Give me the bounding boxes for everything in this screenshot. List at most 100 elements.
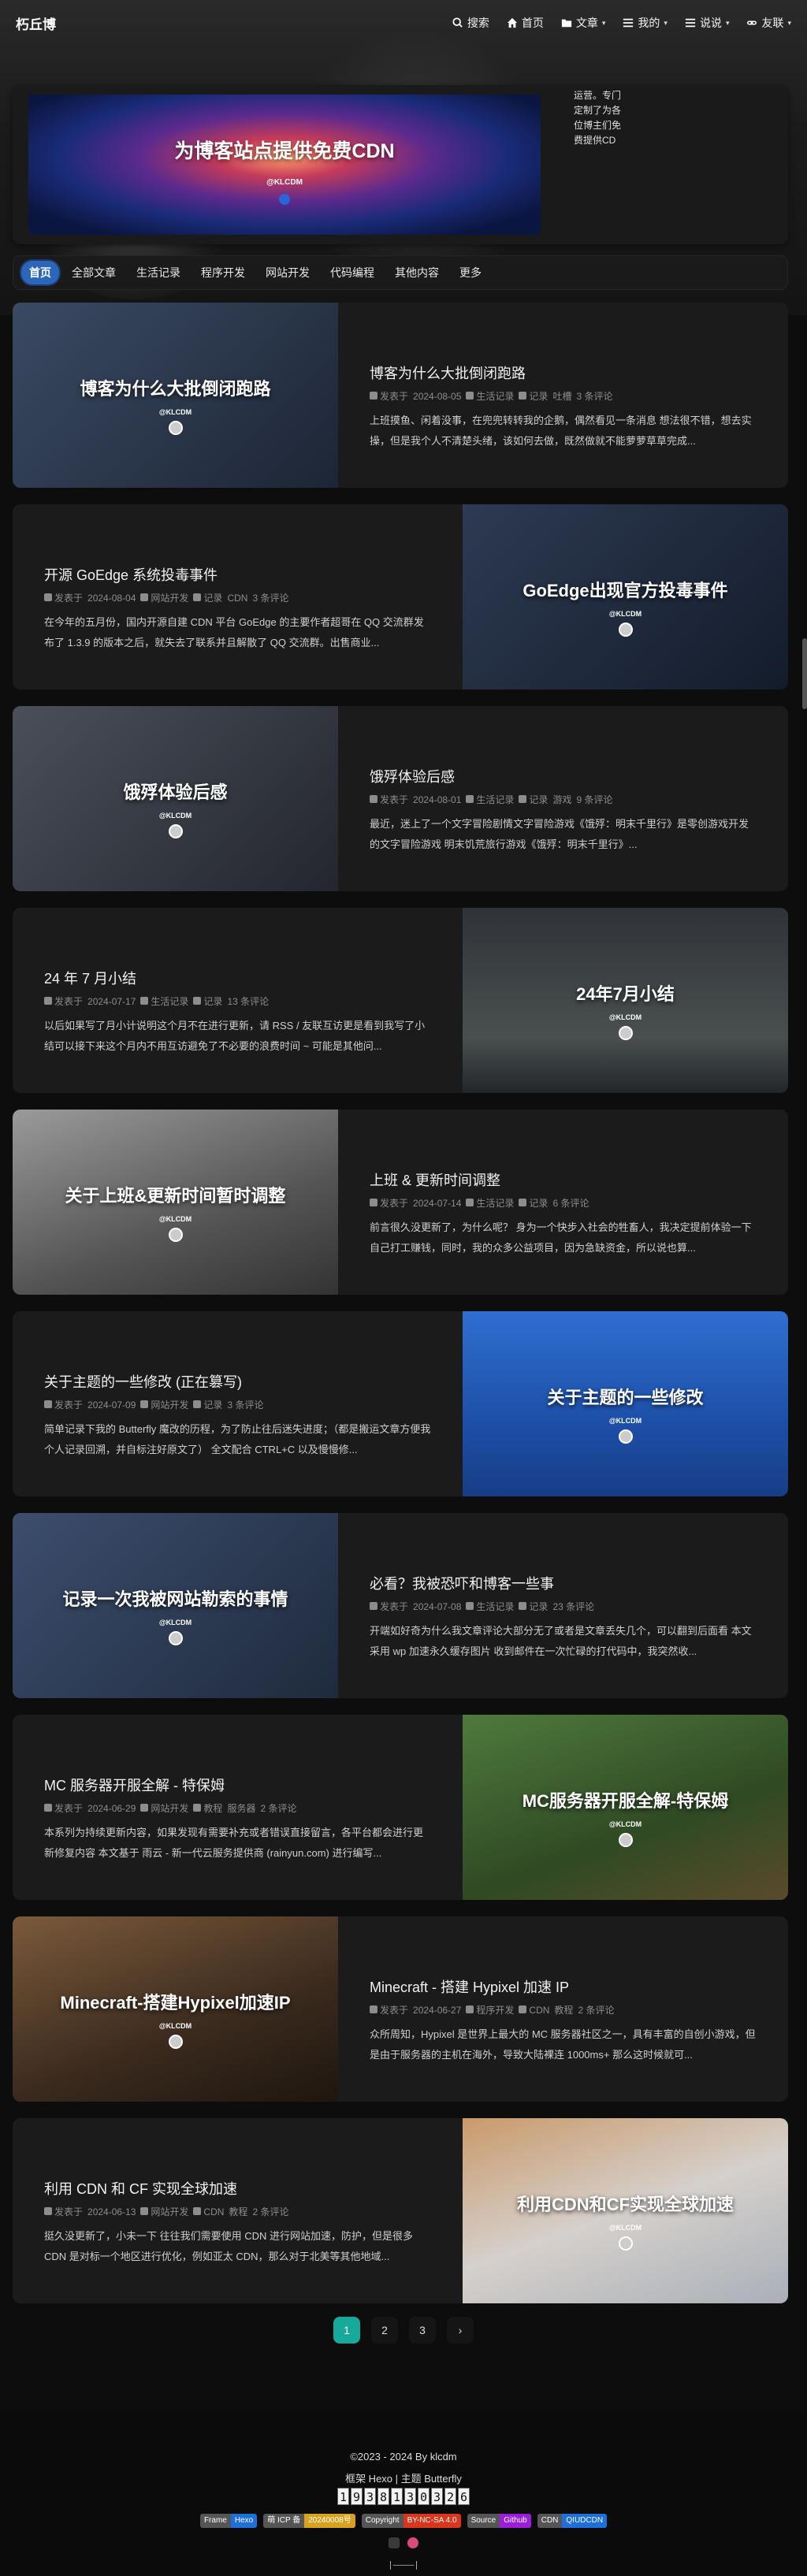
post-meta-item[interactable]: 服务器: [227, 1801, 255, 1815]
post-meta-item[interactable]: 6 条评论: [552, 1196, 589, 1210]
post-title[interactable]: 上班 & 更新时间调整: [370, 1169, 764, 1190]
post-card[interactable]: 关于上班&更新时间暂时调整 @KLCDM 上班 & 更新时间调整 发表于 2024…: [13, 1110, 788, 1295]
page-3-button[interactable]: 3: [409, 2317, 436, 2344]
post-cover[interactable]: 关于上班&更新时间暂时调整 @KLCDM: [13, 1110, 338, 1295]
post-card[interactable]: MC服务器开服全解-特保姆 @KLCDM MC 服务器开服全解 - 特保姆 发表…: [13, 1715, 788, 1900]
post-cover[interactable]: 饿殍体验后感 @KLCDM: [13, 706, 338, 891]
post-cover[interactable]: GoEdge出现官方投毒事件 @KLCDM: [463, 504, 788, 690]
category-home[interactable]: 首页: [21, 261, 59, 284]
post-meta-item[interactable]: 网站开发: [140, 1398, 188, 1411]
post-meta-item[interactable]: 2 条评论: [252, 2205, 288, 2218]
post-meta-item[interactable]: 生活记录: [466, 1600, 514, 1613]
category-program[interactable]: 程序开发: [193, 261, 253, 284]
post-card[interactable]: 饿殍体验后感 @KLCDM 饿殍体验后感 发表于 2024-08-01 生活记录 记录…: [13, 706, 788, 891]
footer-badge[interactable]: 萌 ICP 备 20240008号: [263, 2514, 355, 2528]
post-meta-item[interactable]: 生活记录: [466, 389, 514, 403]
featured-banner[interactable]: 为博客站点提供免费CDN @KLCDM 运营。专门定制了为各位博主们免费提供CD: [13, 85, 788, 244]
site-logo[interactable]: 朽丘博: [16, 13, 56, 33]
footer: ©2023 - 2024 By klcdm 框架 Hexo | 主题 Butte…: [0, 2411, 807, 2576]
post-title[interactable]: 开源 GoEdge 系统投毒事件: [44, 564, 439, 585]
post-card[interactable]: 博客为什么大批倒闭跑路 @KLCDM 博客为什么大批倒闭跑路 发表于 2024-0…: [13, 303, 788, 488]
category-more[interactable]: 更多: [452, 261, 489, 284]
post-meta-item[interactable]: 游戏: [552, 793, 571, 806]
category-code[interactable]: 代码编程: [322, 261, 382, 284]
post-card[interactable]: 关于主题的一些修改 @KLCDM 关于主题的一些修改 (正在篡写) 发表于 202…: [13, 1311, 788, 1496]
post-meta-item[interactable]: 教程: [229, 2205, 247, 2218]
post-meta: 发表于 2024-08-01 生活记录 记录 游戏 9 条评论: [370, 793, 772, 806]
footer-badge[interactable]: Source Github: [467, 2514, 531, 2528]
category-life[interactable]: 生活记录: [128, 261, 188, 284]
post-meta-item[interactable]: 生活记录: [466, 1196, 514, 1210]
post-cover[interactable]: 利用CDN和CF实现全球加速 @KLCDM: [463, 2118, 788, 2303]
image-icon[interactable]: [389, 2537, 400, 2548]
post-card[interactable]: 记录一次我被网站勒索的事情 @KLCDM 必看？我被恐吓和博客一些事 发表于 20…: [13, 1513, 788, 1698]
post-title[interactable]: 必看？我被恐吓和博客一些事: [370, 1573, 764, 1593]
post-meta-item[interactable]: 13 条评论: [227, 994, 269, 1008]
post-title[interactable]: 博客为什么大批倒闭跑路: [370, 362, 764, 383]
post-title[interactable]: MC 服务器开服全解 - 特保姆: [44, 1775, 439, 1795]
footer-badge[interactable]: Frame Hexo: [199, 2514, 258, 2528]
post-title[interactable]: 利用 CDN 和 CF 实现全球加速: [44, 2178, 439, 2199]
category-web[interactable]: 网站开发: [258, 261, 318, 284]
post-meta-item[interactable]: CDN: [193, 2206, 224, 2217]
category-other[interactable]: 其他内容: [387, 261, 447, 284]
post-meta-item[interactable]: 记录: [519, 1600, 548, 1613]
next-page-button[interactable]: ›: [447, 2317, 474, 2344]
footer-badge[interactable]: CDN QIUDCDN: [537, 2514, 608, 2528]
post-card[interactable]: 利用CDN和CF实现全球加速 @KLCDM 利用 CDN 和 CF 实现全球加速…: [13, 2118, 788, 2303]
post-cover[interactable]: Minecraft-搭建Hypixel加速IP @KLCDM: [13, 1916, 338, 2102]
post-meta-item[interactable]: 2 条评论: [260, 1801, 296, 1815]
page-2-button[interactable]: 2: [371, 2317, 398, 2344]
post-meta-item[interactable]: 生活记录: [140, 994, 188, 1008]
post-card[interactable]: GoEdge出现官方投毒事件 @KLCDM 开源 GoEdge 系统投毒事件 发…: [13, 504, 788, 690]
post-meta-item[interactable]: 网站开发: [140, 1801, 188, 1815]
post-meta-item[interactable]: 3 条评论: [576, 389, 612, 403]
post-meta-item[interactable]: CDN: [227, 593, 247, 604]
post-meta-item[interactable]: 网站开发: [140, 2205, 188, 2218]
post-meta-item[interactable]: 教程: [554, 2003, 573, 2017]
category-all[interactable]: 全部文章: [64, 261, 124, 284]
post-cover[interactable]: 记录一次我被网站勒索的事情 @KLCDM: [13, 1513, 338, 1698]
post-meta-item[interactable]: 9 条评论: [576, 793, 612, 806]
post-info: 开源 GoEdge 系统投毒事件 发表于 2024-08-04 网站开发 记录 CDN 3…: [13, 504, 463, 690]
post-meta-item[interactable]: 程序开发: [466, 2003, 514, 2017]
post-title[interactable]: Minecraft - 搭建 Hypixel 加速 IP: [370, 1976, 764, 1997]
banner-image[interactable]: 为博客站点提供免费CDN @KLCDM: [28, 95, 541, 235]
post-meta-item[interactable]: 2 条评论: [578, 2003, 614, 2017]
post-meta-item[interactable]: 教程: [193, 1801, 222, 1815]
post-meta-item[interactable]: 记录: [193, 591, 222, 604]
nav-home[interactable]: 首页: [507, 15, 544, 31]
post-cover[interactable]: 博客为什么大批倒闭跑路 @KLCDM: [13, 303, 338, 488]
nav-search[interactable]: 搜索: [452, 15, 489, 31]
post-title[interactable]: 关于主题的一些修改 (正在篡写): [44, 1371, 439, 1392]
post-cover[interactable]: MC服务器开服全解-特保姆 @KLCDM: [463, 1715, 788, 1900]
post-meta-item[interactable]: 3 条评论: [252, 591, 288, 604]
footer-badges: Frame Hexo 萌 ICP 备 20240008号 Copyright BY-NC-…: [0, 2514, 807, 2528]
post-meta-item[interactable]: 生活记录: [466, 793, 514, 806]
nav-mine[interactable]: 我的 ▾: [623, 15, 668, 31]
nav-friends[interactable]: 友联 ▾: [746, 15, 791, 31]
post-title[interactable]: 24 年 7 月小结: [44, 968, 439, 988]
post-meta-item[interactable]: 吐槽: [552, 389, 571, 403]
shield-icon[interactable]: [407, 2537, 418, 2548]
post-meta-item[interactable]: 记录: [193, 1398, 222, 1411]
post-cover[interactable]: 24年7月小结 @KLCDM: [463, 908, 788, 1093]
post-card[interactable]: Minecraft-搭建Hypixel加速IP @KLCDM Minecraft…: [13, 1916, 788, 2102]
footer-badge[interactable]: Copyright BY-NC-SA 4.0: [361, 2514, 461, 2528]
post-meta-item[interactable]: 记录: [519, 389, 548, 403]
nav-talk[interactable]: 说说 ▾: [685, 15, 729, 31]
post-meta-item[interactable]: CDN: [519, 2005, 549, 2016]
post-meta-item[interactable]: 记录: [193, 994, 222, 1008]
post-meta-item[interactable]: 3 条评论: [227, 1398, 263, 1411]
page-1-button[interactable]: 1: [333, 2317, 360, 2344]
post-meta-item[interactable]: 记录: [519, 1196, 548, 1210]
post-title[interactable]: 饿殍体验后感: [370, 766, 764, 786]
post-meta-item[interactable]: 记录: [519, 793, 548, 806]
nav-articles[interactable]: 文章 ▾: [561, 15, 605, 31]
post-cover[interactable]: 关于主题的一些修改 @KLCDM: [463, 1311, 788, 1496]
post-card[interactable]: 24年7月小结 @KLCDM 24 年 7 月小结 发表于 2024-07-17 生…: [13, 908, 788, 1093]
post-meta-item[interactable]: 23 条评论: [552, 1600, 594, 1613]
scrollbar-thumb[interactable]: [802, 638, 807, 709]
post-info: 必看？我被恐吓和博客一些事 发表于 2024-07-08 生活记录 记录 23 条评论 …: [338, 1513, 788, 1698]
post-meta-item[interactable]: 网站开发: [140, 591, 188, 604]
